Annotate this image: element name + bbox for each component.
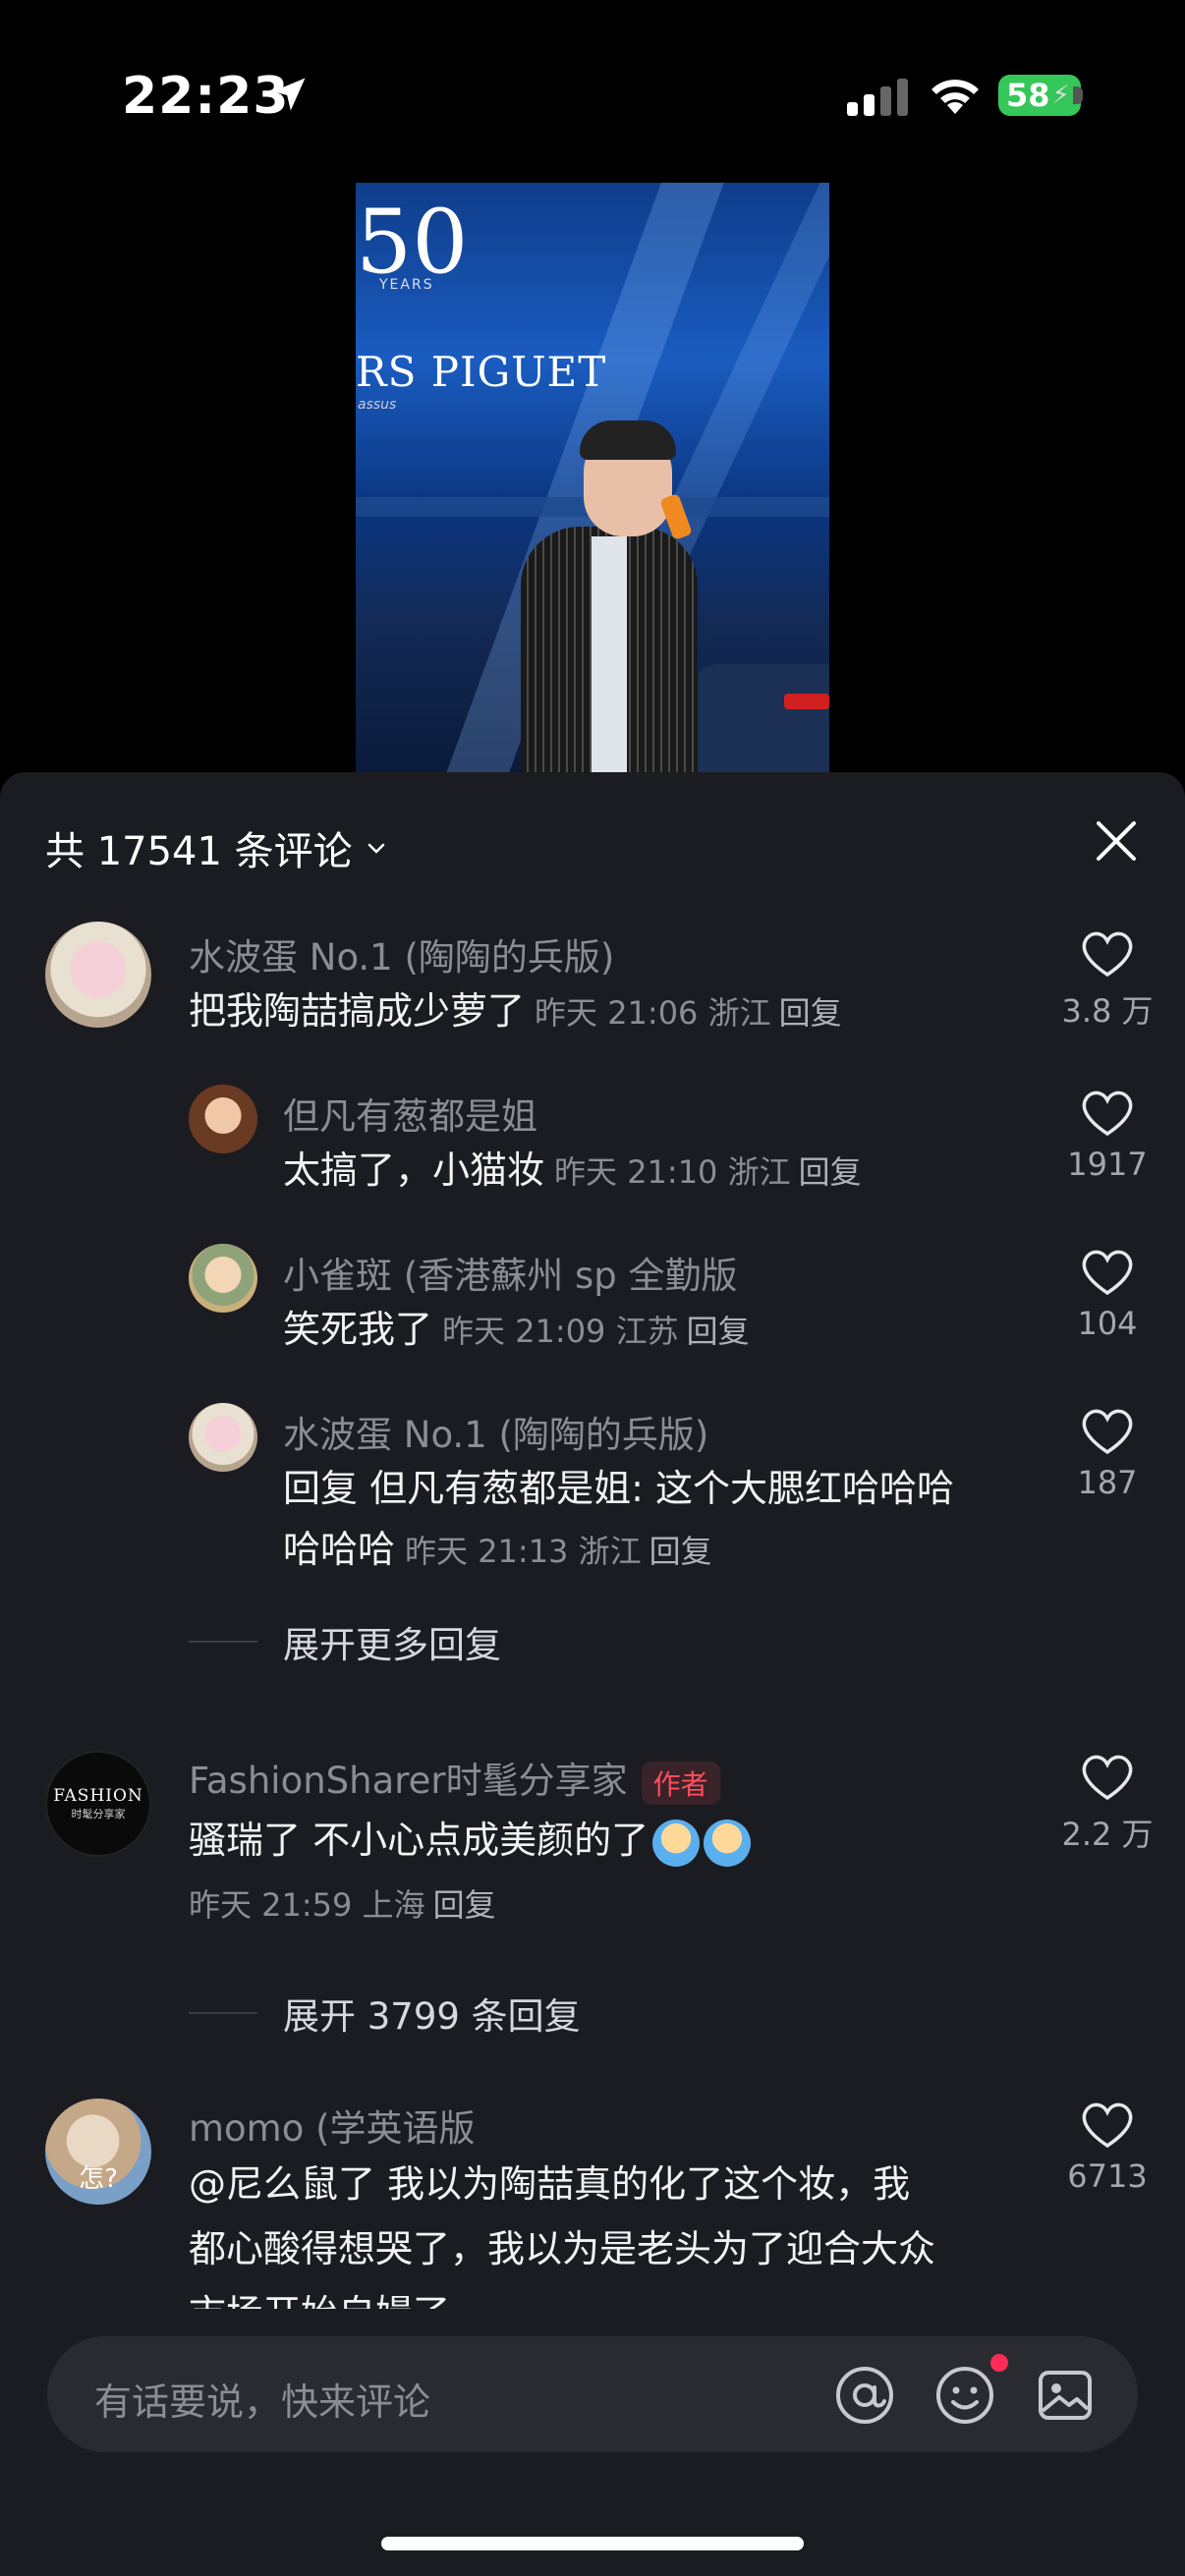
comment-text: 都心酸得想哭了，我以为是老头为了迎合大众 — [189, 2227, 936, 2270]
expand-divider — [189, 1641, 257, 1643]
crying-emoji-icon — [704, 1819, 752, 1867]
comment-meta: 昨天 21:06 浙江 — [535, 994, 771, 1032]
heart-icon — [1082, 931, 1133, 978]
video-logo-years: YEARS — [379, 277, 434, 293]
like-count: 104 — [1077, 1305, 1138, 1342]
reply-body: 笑死我了 昨天 21:09 江苏 回复 — [283, 1299, 750, 1362]
avatar[interactable] — [189, 1403, 257, 1472]
image-icon[interactable] — [1034, 2364, 1097, 2427]
crying-emoji-icon — [652, 1819, 701, 1867]
like-button[interactable]: 2.2 万 — [1053, 1753, 1161, 1855]
avatar[interactable] — [189, 1085, 257, 1153]
comment-username[interactable]: momo (学英语版 — [189, 2099, 476, 2152]
avatar-text: 怎? — [79, 2164, 118, 2194]
emoji-icon[interactable] — [933, 2364, 996, 2427]
reply-button[interactable]: 回复 — [433, 1886, 496, 1924]
like-button[interactable]: 104 — [1053, 1248, 1161, 1342]
battery-indicator: 58 ⚡ — [998, 75, 1081, 116]
comment-meta-row: 昨天 21:59 上海 回复 — [179, 1873, 496, 1935]
expand-replies-label: 展开更多回复 — [283, 1624, 501, 1666]
location-arrow-icon — [272, 78, 306, 111]
comment-body: 骚瑞了 不小心点成美颜的了 — [189, 1810, 752, 1871]
notification-dot — [990, 2354, 1008, 2372]
battery-level: 58 — [1006, 77, 1050, 114]
avatar[interactable]: FASHION 时髦分享家 — [45, 1751, 151, 1857]
avatar[interactable] — [45, 922, 151, 1028]
comment-body-clip: @尼么鼠了 我以为陶喆真的化了这个妆，我 都心酸得想哭了，我以为是老头为了迎合大… — [189, 2152, 1034, 2309]
like-button[interactable]: 187 — [1053, 1407, 1161, 1501]
reply-meta: 昨天 21:13 浙江 — [405, 1533, 642, 1570]
like-button[interactable]: 3.8 万 — [1053, 929, 1161, 1032]
close-icon[interactable] — [1091, 815, 1142, 867]
home-indicator[interactable] — [381, 2537, 804, 2550]
chevron-down-icon — [367, 843, 384, 854]
reply-text: 回复 但凡有葱都是姐: 这个大腮红哈哈哈 — [283, 1467, 954, 1510]
comment-input-placeholder[interactable]: 有话要说，快来评论 — [94, 2372, 430, 2426]
comment-username-row: FashionSharer时髦分享家 作者 — [189, 1751, 720, 1805]
expand-replies-button[interactable]: 展开 3799 条回复 — [189, 1987, 581, 2040]
reply-username[interactable]: 水波蛋 No.1 (陶陶的兵版) — [283, 1405, 708, 1458]
mention-at-icon[interactable] — [833, 2364, 896, 2427]
comment-meta: 昨天 21:59 上海 — [189, 1886, 425, 1924]
avatar-subtext: 时髦分享家 — [71, 1808, 126, 1820]
stage-red-light — [784, 694, 829, 709]
comment-count-title: 共 17541 条评论 — [45, 829, 353, 874]
heart-icon — [1082, 1409, 1133, 1455]
heart-icon — [1082, 1250, 1133, 1296]
comment-count-dropdown[interactable]: 共 17541 条评论 — [45, 819, 388, 876]
stage-screen — [690, 664, 829, 772]
like-count: 1917 — [1067, 1146, 1148, 1183]
reply-text: 笑死我了 — [283, 1308, 433, 1351]
comment-username[interactable]: 水波蛋 No.1 (陶陶的兵版) — [189, 927, 614, 980]
singer-shirt — [592, 536, 627, 772]
heart-icon — [1082, 2102, 1133, 2149]
reply-meta: 昨天 21:09 江苏 — [442, 1313, 679, 1350]
reply-button[interactable]: 回复 — [649, 1533, 712, 1570]
comment-body: 把我陶喆搞成少萝了 昨天 21:06 浙江 回复 — [189, 980, 842, 1043]
like-button[interactable]: 1917 — [1053, 1089, 1161, 1183]
reply-meta: 昨天 21:10 浙江 — [554, 1153, 791, 1191]
like-count: 2.2 万 — [1061, 1816, 1154, 1853]
reply-button[interactable]: 回复 — [799, 1153, 862, 1191]
comment-text: 骚瑞了 不小心点成美颜的了 — [189, 1819, 649, 1862]
comment-text: 市场开始自嫚了 — [189, 2281, 450, 2309]
battery-tip — [1073, 86, 1083, 104]
avatar[interactable]: 怎? — [45, 2099, 151, 2205]
expand-replies-label: 展开 3799 条回复 — [283, 1995, 581, 2038]
like-count: 187 — [1077, 1464, 1138, 1501]
comment-text: @尼么鼠了 我以为陶喆真的化了这个妆，我 — [189, 2162, 911, 2206]
like-count: 6713 — [1067, 2157, 1148, 2195]
expand-divider — [189, 2012, 257, 2014]
comment-username[interactable]: FashionSharer时髦分享家 — [189, 1760, 628, 1802]
expand-replies-button[interactable]: 展开更多回复 — [189, 1615, 501, 1668]
video-player[interactable]: 50 YEARS RS PIGUET assus — [356, 183, 829, 772]
reply-username[interactable]: 小雀斑 (香港蘇州 sp 全勤版 — [283, 1246, 737, 1299]
reply-username[interactable]: 但凡有葱都是姐 — [283, 1087, 537, 1140]
reply-body: 太搞了，小猫妆 昨天 21:10 浙江 回复 — [283, 1140, 862, 1203]
status-time: 22:23 — [122, 67, 290, 126]
comment-sheet: 共 17541 条评论 水波蛋 No.1 (陶陶的兵版) 把我陶喆搞成少萝了 昨天… — [0, 772, 1185, 2576]
avatar[interactable] — [189, 1244, 257, 1313]
video-brand-text: RS PIGUET — [356, 348, 607, 396]
singer-hair — [580, 420, 676, 460]
wifi-icon — [931, 80, 979, 114]
reply-text: 哈哈哈 — [283, 1528, 396, 1571]
comment-text: 把我陶喆搞成少萝了 — [189, 989, 526, 1033]
comment-input-bar[interactable]: 有话要说，快来评论 — [47, 2336, 1138, 2452]
author-badge: 作者 — [641, 1761, 720, 1805]
heart-icon — [1082, 1755, 1133, 1801]
reply-button[interactable]: 回复 — [779, 994, 842, 1032]
status-bar: 22:23 58 ⚡ — [0, 0, 1185, 187]
like-count: 3.8 万 — [1061, 992, 1154, 1030]
like-button[interactable]: 6713 — [1053, 2100, 1161, 2195]
reply-text: 太搞了，小猫妆 — [283, 1148, 545, 1192]
video-brand-subtext: assus — [358, 397, 397, 413]
heart-icon — [1082, 1091, 1133, 1137]
reply-button[interactable]: 回复 — [687, 1313, 750, 1350]
charging-bolt-icon: ⚡ — [1051, 81, 1070, 110]
reply-body: 哈哈哈 昨天 21:13 浙江 回复 — [283, 1519, 712, 1582]
avatar-text: FASHION — [53, 1786, 143, 1806]
cellular-signal-icon — [847, 79, 908, 116]
